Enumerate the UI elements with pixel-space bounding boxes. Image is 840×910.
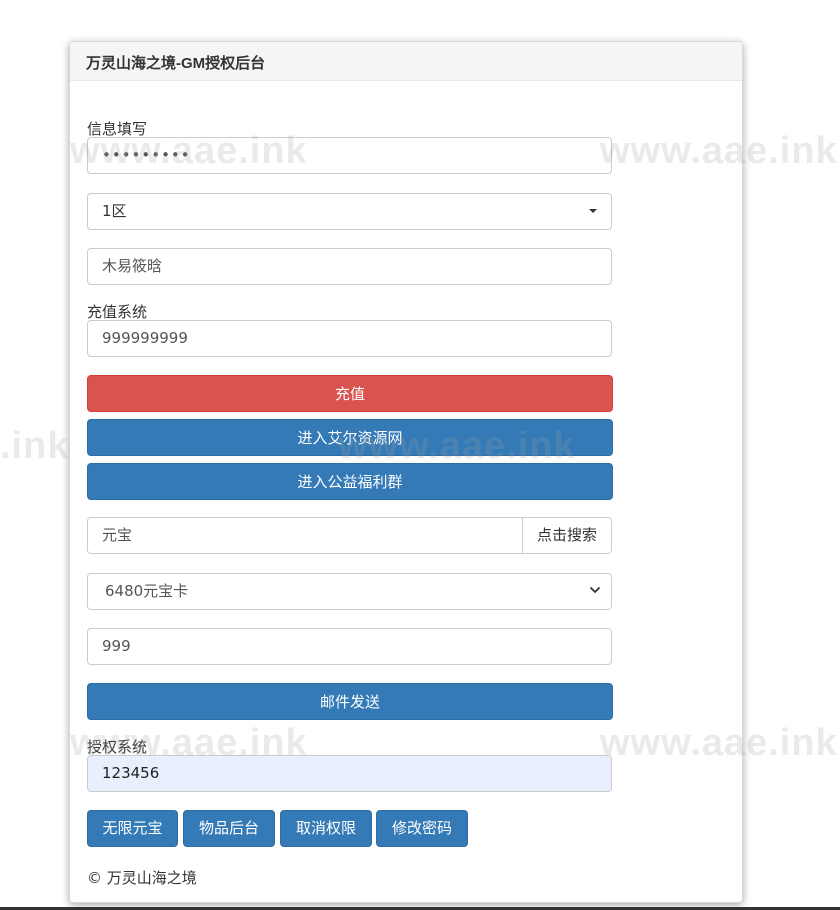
auth-code-input[interactable]: 123456: [87, 755, 612, 792]
send-mail-button[interactable]: 邮件发送: [87, 683, 613, 720]
caret-down-icon: [589, 209, 597, 213]
change-password-button[interactable]: 修改密码: [376, 810, 468, 847]
revoke-permission-button[interactable]: 取消权限: [280, 810, 372, 847]
server-select-value: 1区: [102, 202, 127, 220]
enter-group-button[interactable]: 进入公益福利群: [87, 463, 613, 500]
footer-copyright: © 万灵山海之境: [87, 869, 197, 887]
recharge-section-label: 充值系统: [87, 303, 148, 321]
item-select[interactable]: 6480元宝卡: [87, 573, 612, 610]
server-select[interactable]: 1区: [87, 193, 612, 230]
item-select-value: 6480元宝卡: [105, 582, 189, 600]
role-name-input[interactable]: 木易筱晗: [87, 248, 612, 285]
auth-section-label: 授权系统: [87, 738, 148, 756]
unlimited-yuanbao-button[interactable]: 无限元宝: [87, 810, 178, 847]
chevron-down-icon: [590, 587, 600, 593]
search-button[interactable]: 点击搜索: [522, 517, 612, 554]
gm-panel: 万灵山海之境-GM授权后台 信息填写 ••••••••• 1区 木易筱晗 充值系…: [69, 41, 743, 903]
recharge-button[interactable]: 充值: [87, 375, 613, 412]
watermark-text-partial: .ink: [0, 425, 70, 467]
password-input[interactable]: •••••••••: [87, 137, 612, 174]
quantity-input[interactable]: 999: [87, 628, 612, 665]
item-search-input[interactable]: 元宝: [87, 517, 523, 554]
panel-title: 万灵山海之境-GM授权后台: [86, 55, 266, 72]
item-backend-button[interactable]: 物品后台: [183, 810, 275, 847]
enter-site-button[interactable]: 进入艾尔资源网: [87, 419, 613, 456]
panel-header: 万灵山海之境-GM授权后台: [70, 42, 742, 81]
recharge-amount-input[interactable]: 999999999: [87, 320, 612, 357]
info-section-label: 信息填写: [87, 120, 148, 138]
